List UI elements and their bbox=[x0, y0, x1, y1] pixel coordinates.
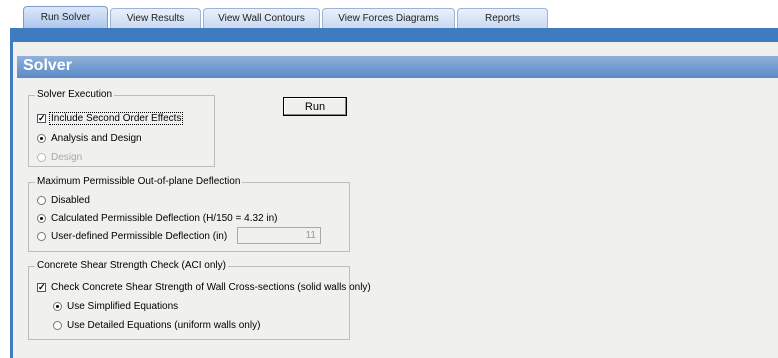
calculated-deflection-label: Calculated Permissible Deflection (H/150… bbox=[51, 213, 278, 224]
analysis-and-design-label: Analysis and Design bbox=[51, 133, 142, 144]
user-defined-deflection-input[interactable]: 11 bbox=[237, 227, 321, 244]
radio-unselected-icon bbox=[37, 153, 46, 162]
design-label: Design bbox=[51, 152, 83, 163]
radio-selected-icon bbox=[37, 214, 46, 223]
radio-unselected-icon bbox=[37, 196, 46, 205]
radio-selected-icon bbox=[37, 134, 46, 143]
shear-check-label: Check Concrete Shear Strength of Wall Cr… bbox=[51, 282, 371, 293]
checkbox-check-icon: ✓ bbox=[37, 113, 46, 123]
tab-reports[interactable]: Reports bbox=[457, 8, 548, 28]
tab-strip: Run Solver View Results View Wall Contou… bbox=[0, 0, 778, 30]
page-title: Solver bbox=[23, 57, 72, 74]
checkbox-check-icon: ✓ bbox=[37, 282, 46, 292]
tab-view-results[interactable]: View Results bbox=[110, 8, 201, 28]
simplified-equations-label: Use Simplified Equations bbox=[67, 301, 179, 312]
radio-unselected-icon bbox=[53, 321, 62, 330]
run-button[interactable]: Run bbox=[283, 97, 347, 116]
tab-view-wall-contours[interactable]: View Wall Contours bbox=[203, 8, 320, 28]
radio-selected-icon bbox=[53, 302, 62, 311]
solver-execution-group: Solver Execution ✓ Include Second Order … bbox=[28, 89, 215, 167]
detailed-equations-label: Use Detailed Equations (uniform walls on… bbox=[67, 320, 261, 331]
tab-view-forces-diagrams[interactable]: View Forces Diagrams bbox=[322, 8, 455, 28]
section-header: Solver bbox=[17, 56, 778, 78]
user-defined-deflection-label: User-defined Permissible Deflection (in) bbox=[51, 231, 228, 242]
shear-check-legend: Concrete Shear Strength Check (ACI only) bbox=[35, 260, 228, 272]
shear-check-group: Concrete Shear Strength Check (ACI only)… bbox=[28, 260, 371, 340]
deflection-disabled-label: Disabled bbox=[51, 195, 90, 206]
solver-execution-legend: Solver Execution bbox=[35, 89, 115, 101]
radio-unselected-icon bbox=[37, 232, 46, 241]
deflection-legend: Maximum Permissible Out-of-plane Deflect… bbox=[35, 176, 243, 188]
second-order-effects-label: Include Second Order Effects bbox=[49, 112, 184, 125]
tab-run-solver[interactable]: Run Solver bbox=[23, 6, 108, 30]
